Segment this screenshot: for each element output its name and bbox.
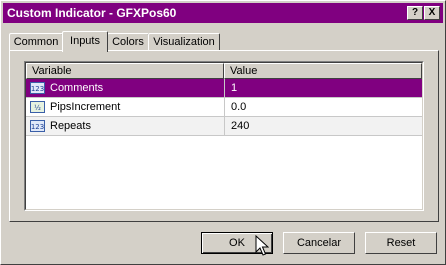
- variable-name: Comments: [26, 79, 224, 98]
- table-row[interactable]: 123 Repeats 240: [26, 117, 422, 136]
- close-button[interactable]: X: [424, 6, 440, 20]
- tab-colors[interactable]: Colors: [107, 33, 149, 51]
- dialog-window: Custom Indicator - GFXPos60 ? X Common I…: [0, 0, 446, 265]
- variable-name: Repeats: [26, 117, 224, 136]
- title-bar[interactable]: Custom Indicator - GFXPos60 ? X: [3, 3, 443, 23]
- column-header-variable[interactable]: Variable: [26, 63, 224, 79]
- table-row[interactable]: 123 Comments 1: [26, 79, 422, 98]
- variable-value[interactable]: 240: [224, 117, 422, 136]
- tab-common[interactable]: Common: [9, 33, 63, 51]
- inputs-tab-panel: Variable Value 123 Comments 1 ½ PipsIncr…: [9, 50, 439, 222]
- table-row[interactable]: ½ PipsIncrement 0.0: [26, 98, 422, 117]
- window-title: Custom Indicator - GFXPos60: [7, 6, 177, 20]
- list-header: Variable Value: [26, 63, 422, 79]
- variable-value[interactable]: 1: [224, 79, 422, 98]
- mouse-pointer-icon: [255, 235, 269, 256]
- cancel-button[interactable]: Cancelar: [283, 232, 355, 254]
- inputs-list[interactable]: Variable Value 123 Comments 1 ½ PipsIncr…: [24, 61, 424, 211]
- reset-button[interactable]: Reset: [365, 232, 437, 254]
- help-button[interactable]: ?: [407, 6, 423, 20]
- variable-name: PipsIncrement: [26, 98, 224, 117]
- variable-value[interactable]: 0.0: [224, 98, 422, 117]
- tab-visualization[interactable]: Visualization: [148, 33, 220, 51]
- tab-inputs[interactable]: Inputs: [62, 31, 108, 52]
- column-header-value[interactable]: Value: [224, 63, 422, 79]
